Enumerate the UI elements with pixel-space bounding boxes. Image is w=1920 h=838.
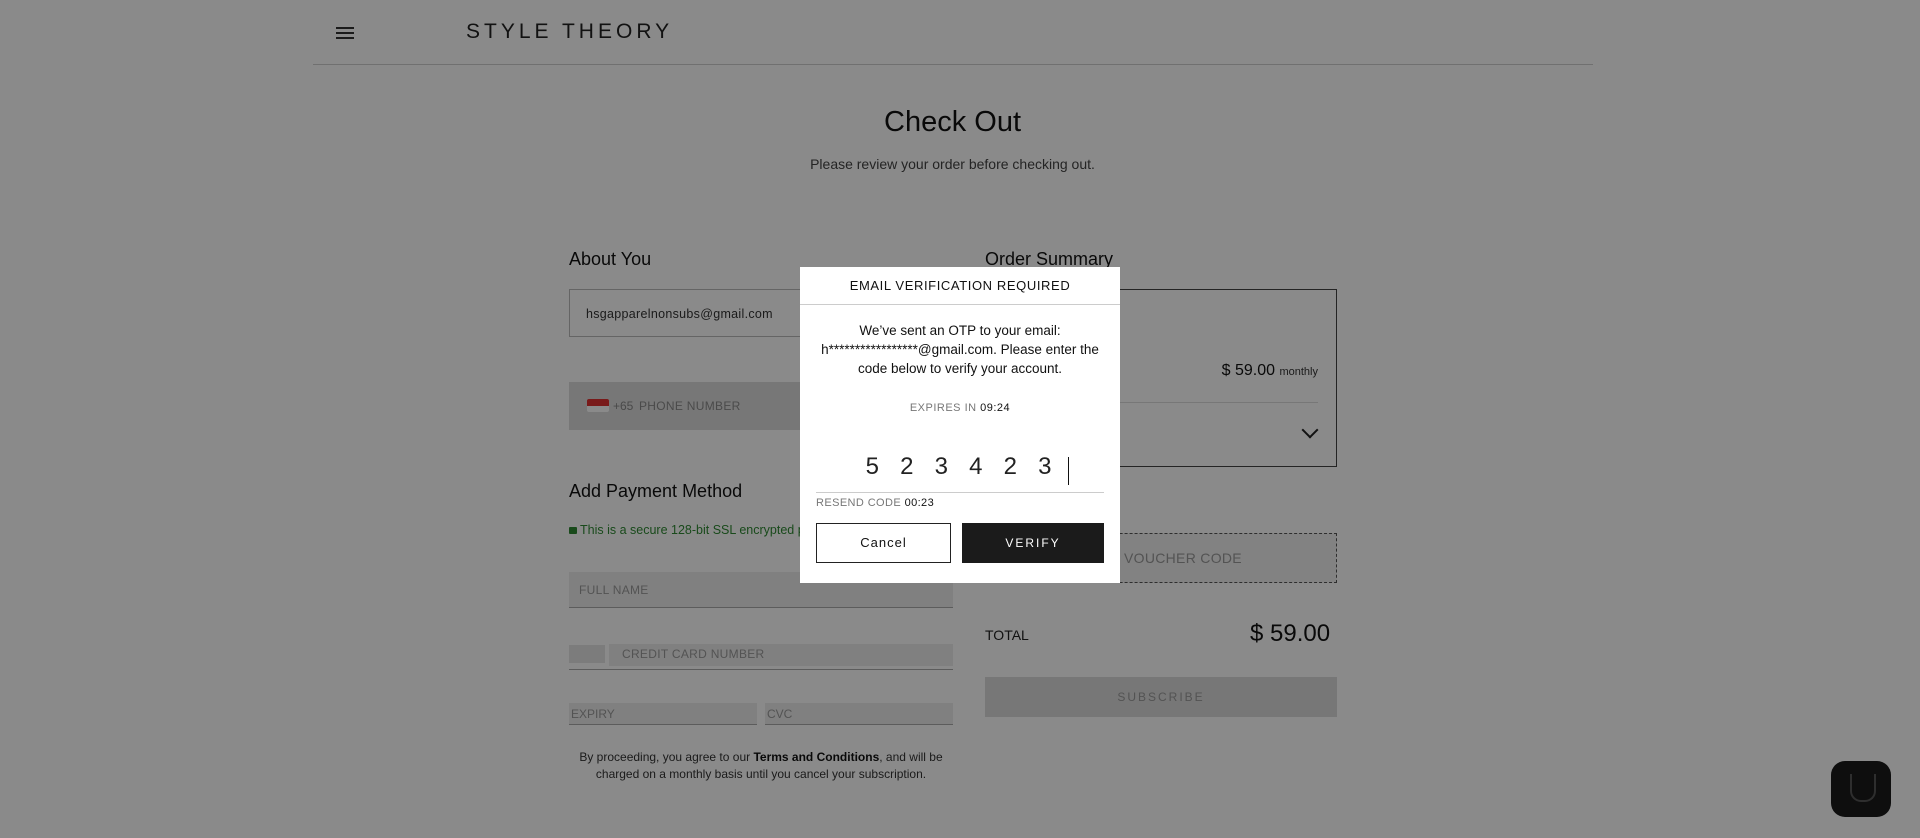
email-verification-modal: EMAIL VERIFICATION REQUIRED We’ve sent a… [800, 267, 1120, 583]
expires-value: 09:24 [980, 402, 1011, 414]
otp-underline [816, 492, 1104, 493]
otp-expiry: EXPIRES IN 09:24 [800, 402, 1120, 414]
cancel-button[interactable]: Cancel [816, 523, 951, 563]
otp-digit: 3 [934, 453, 948, 480]
otp-digit: 2 [1003, 453, 1017, 480]
expires-label: EXPIRES IN [909, 402, 977, 414]
text-cursor [1068, 457, 1069, 485]
otp-digit: 4 [969, 453, 983, 480]
otp-digit: 2 [900, 453, 914, 480]
resend-label: RESEND CODE [816, 497, 902, 509]
otp-digit: 3 [1038, 453, 1052, 480]
resend-timer: 00:23 [904, 497, 935, 509]
modal-message: We’ve sent an OTP to your email: h******… [821, 323, 1099, 376]
verify-button[interactable]: VERIFY [962, 523, 1104, 563]
otp-digit: 5 [865, 453, 879, 480]
otp-input[interactable]: 5 2 3 4 2 3 [855, 453, 1062, 483]
modal-title: EMAIL VERIFICATION REQUIRED [800, 267, 1120, 305]
resend-code[interactable]: RESEND CODE 00:23 [816, 497, 934, 509]
